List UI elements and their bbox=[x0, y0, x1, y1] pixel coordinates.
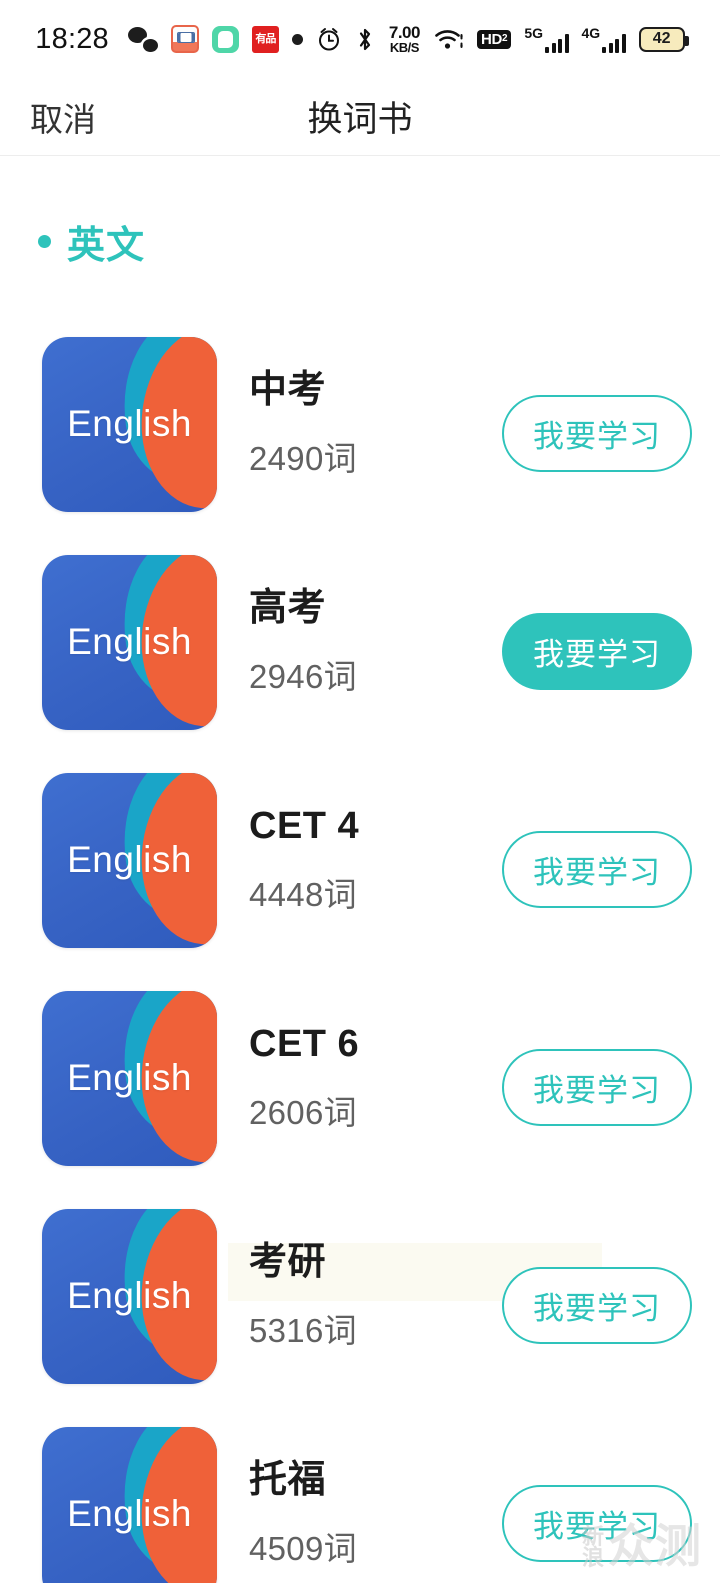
thumbnail-label: English bbox=[67, 403, 192, 444]
wordbook-info: CET 6 2606词 bbox=[249, 1022, 502, 1135]
wordbook-name: 中考 bbox=[249, 368, 327, 411]
wordbook-info: 托福 4509词 bbox=[249, 1458, 502, 1571]
wordbook-list-scroll[interactable]: 英文 English 中考 2490词 我要学习 English 高考 2946词 我要学习 E… bbox=[0, 156, 720, 1583]
study-button[interactable]: 我要学习 bbox=[502, 1484, 692, 1562]
alarm-icon bbox=[316, 26, 342, 52]
study-button[interactable]: 我要学习 bbox=[502, 612, 692, 690]
section-header-english: 英文 bbox=[0, 156, 720, 269]
thumbnail-label: English bbox=[67, 839, 192, 880]
signal-4g-label: 4G bbox=[581, 25, 601, 41]
wordbook-name: CET 6 bbox=[249, 1022, 360, 1065]
hd-sub: 2 bbox=[502, 33, 508, 44]
wordbook-row[interactable]: English 考研 5316词 我要学习 bbox=[0, 1187, 720, 1405]
youpin-app-icon: 有品 bbox=[251, 25, 279, 53]
wordbook-info: 中考 2490词 bbox=[249, 368, 502, 481]
thumbnail-label: English bbox=[67, 1493, 192, 1534]
hd-label: HD bbox=[480, 30, 503, 48]
wordbook-row[interactable]: English CET 6 2606词 我要学习 bbox=[0, 969, 720, 1187]
network-speed-value: 7.00 bbox=[388, 23, 421, 42]
wordbook-name: CET 4 bbox=[249, 804, 360, 847]
study-button[interactable]: 我要学习 bbox=[502, 1048, 692, 1126]
dot-icon bbox=[291, 33, 303, 45]
study-button[interactable]: 我要学习 bbox=[502, 1266, 692, 1344]
wordbook-name: 托福 bbox=[249, 1458, 327, 1501]
wordbook-info: 考研 5316词 bbox=[249, 1240, 502, 1353]
page-title: 换词书 bbox=[307, 100, 413, 139]
phone-screen: 18:28 有品 7.00 KB/S HD 2 5G 4G 42 取消 换词书 … bbox=[0, 0, 720, 1584]
wifi-icon bbox=[434, 26, 464, 52]
wordbook-info: 高考 2946词 bbox=[249, 586, 502, 699]
thumbnail-label: English bbox=[67, 621, 192, 662]
wordbook-name: 高考 bbox=[249, 586, 327, 629]
status-time: 18:28 bbox=[35, 22, 109, 55]
bluetooth-icon bbox=[355, 26, 375, 53]
wordbook-row[interactable]: English CET 4 4448词 我要学习 bbox=[0, 751, 720, 969]
green-app-icon bbox=[211, 25, 239, 53]
signal-5g-label: 5G bbox=[524, 25, 543, 41]
network-speed-unit: KB/S bbox=[389, 40, 420, 55]
thumbnail-label: English bbox=[67, 1057, 192, 1098]
wordbook-thumbnail: English bbox=[42, 336, 217, 512]
wordbook-word-count: 4509词 bbox=[249, 1530, 357, 1568]
robot-app-icon bbox=[170, 25, 199, 53]
wordbook-name: 考研 bbox=[249, 1240, 327, 1283]
wordbook-thumbnail: English bbox=[42, 1208, 217, 1384]
status-bar: 18:28 有品 7.00 KB/S HD 2 5G 4G 42 bbox=[0, 0, 720, 78]
wordbook-thumbnail: English bbox=[42, 1426, 217, 1583]
wordbook-word-count: 5316词 bbox=[249, 1312, 357, 1350]
wordbook-list: English 中考 2490词 我要学习 English 高考 2946词 我要学习 Engl… bbox=[0, 315, 720, 1583]
battery-level: 42 bbox=[652, 30, 671, 47]
thumbnail-label: English bbox=[67, 1275, 192, 1316]
wordbook-word-count: 2606词 bbox=[249, 1094, 357, 1132]
wordbook-row[interactable]: English 托福 4509词 我要学习 bbox=[0, 1405, 720, 1583]
battery-icon: 42 bbox=[638, 26, 689, 52]
wordbook-thumbnail: English bbox=[42, 990, 217, 1166]
signal-4g-icon: 4G bbox=[582, 25, 626, 53]
wordbook-thumbnail: English bbox=[42, 554, 217, 730]
youpin-label: 有品 bbox=[251, 25, 279, 53]
section-title: 英文 bbox=[67, 225, 146, 267]
wechat-icon bbox=[127, 26, 158, 52]
wordbook-word-count: 4448词 bbox=[249, 876, 357, 914]
wordbook-row[interactable]: English 高考 2946词 我要学习 bbox=[0, 533, 720, 751]
study-button[interactable]: 我要学习 bbox=[502, 830, 692, 908]
wordbook-word-count: 2490词 bbox=[249, 440, 357, 478]
cancel-button[interactable]: 取消 bbox=[20, 85, 106, 149]
bullet-icon bbox=[38, 235, 51, 248]
study-button[interactable]: 我要学习 bbox=[502, 394, 692, 472]
wordbook-thumbnail: English bbox=[42, 772, 217, 948]
network-speed-icon: 7.00 KB/S bbox=[388, 23, 421, 55]
hd-voice-icon: HD 2 bbox=[476, 29, 512, 49]
wordbook-word-count: 2946词 bbox=[249, 658, 357, 696]
wordbook-info: CET 4 4448词 bbox=[249, 804, 502, 917]
nav-bar: 取消 换词书 bbox=[0, 78, 720, 156]
signal-5g-icon: 5G bbox=[524, 25, 569, 53]
wordbook-row[interactable]: English 中考 2490词 我要学习 bbox=[0, 315, 720, 533]
